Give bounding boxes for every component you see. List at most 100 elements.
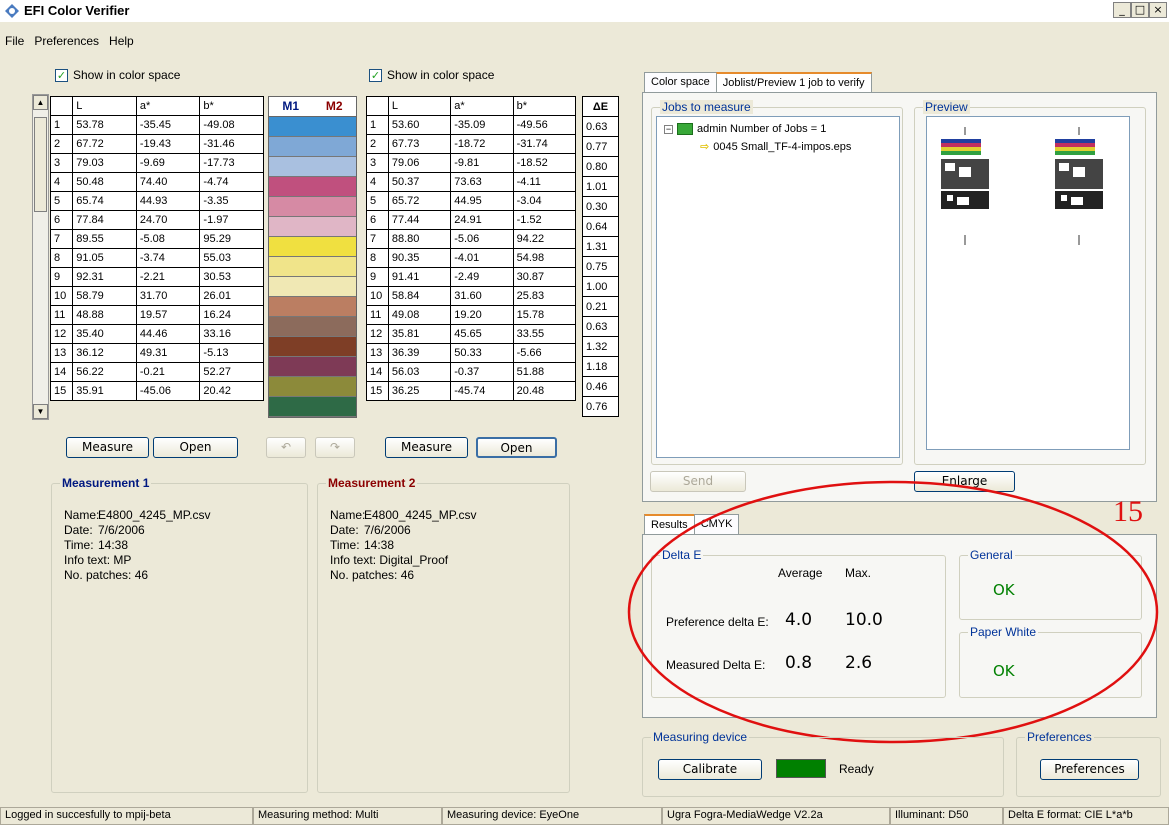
table-cell: 19.20 xyxy=(450,305,514,325)
table-header-row: La* b* xyxy=(49,96,264,116)
table-cell: -2.49 xyxy=(450,267,514,287)
table-row[interactable]: 4 50.48 74.40 -4.74 xyxy=(49,172,264,192)
table-row[interactable]: 7 89.55 -5.08 95.29 xyxy=(49,229,264,249)
table-row[interactable]: 2 67.73 -18.72 -31.74 xyxy=(366,134,577,154)
table-cell: 73.63 xyxy=(450,172,514,192)
table-cell: 79.06 xyxy=(387,153,452,173)
menu-file[interactable]: File xyxy=(0,34,29,54)
checkbox-checked-icon[interactable]: ✓ xyxy=(369,68,382,82)
close-button[interactable]: × xyxy=(1149,2,1167,18)
color-swatch xyxy=(269,357,356,377)
name-label: Name: xyxy=(330,508,366,522)
open-1-button[interactable]: Open xyxy=(153,437,238,458)
delta-e-cell: 0.63 xyxy=(582,316,619,337)
table-cell: -5.13 xyxy=(199,343,264,363)
table-row[interactable]: 15 36.25 -45.74 20.48 xyxy=(366,381,577,401)
tab-joblist-preview[interactable]: Joblist/Preview 1 job to verify xyxy=(715,72,872,92)
table-cell: 20.48 xyxy=(512,381,577,401)
table-row[interactable]: 13 36.39 50.33 -5.66 xyxy=(366,343,577,363)
table-row[interactable]: 10 58.84 31.60 25.83 xyxy=(366,286,577,306)
table-cell: -18.52 xyxy=(512,153,577,173)
table-cell: 65.72 xyxy=(387,191,452,211)
tree-node-job[interactable]: ⇨ 0045 Small_TF-4-impos.eps xyxy=(700,140,851,153)
redo-button[interactable]: ↷ xyxy=(315,437,355,458)
table-cell: 14 xyxy=(49,362,74,382)
table-cell: 48.88 xyxy=(72,305,137,325)
open-2-button[interactable]: Open xyxy=(476,437,557,458)
table-cell: 12 xyxy=(49,324,74,344)
table-row[interactable]: 14 56.03 -0.37 51.88 xyxy=(366,362,577,382)
tab-color-space[interactable]: Color space xyxy=(644,72,717,92)
delta-e-cell: 1.32 xyxy=(582,336,619,357)
table-cell: 92.31 xyxy=(72,267,137,287)
time-label: Time: xyxy=(64,538,94,552)
table-row[interactable]: 15 35.91 -45.06 20.42 xyxy=(49,381,264,401)
checkbox-checked-icon[interactable]: ✓ xyxy=(55,68,68,82)
scroll-thumb[interactable] xyxy=(34,117,47,212)
table-row[interactable]: 9 91.41 -2.49 30.87 xyxy=(366,267,577,287)
measurement-1-title: Measurement 1 xyxy=(60,476,152,490)
scroll-up-icon[interactable]: ▲ xyxy=(33,95,48,110)
table-row[interactable]: 4 50.37 73.63 -4.11 xyxy=(366,172,577,192)
table-cell: -4.74 xyxy=(199,172,264,192)
minimize-button[interactable]: _ xyxy=(1113,2,1131,18)
show-in-color-space-left[interactable]: ✓ Show in color space xyxy=(55,68,180,82)
table-row[interactable]: 11 48.88 19.57 16.24 xyxy=(49,305,264,325)
table-cell: 5 xyxy=(49,191,74,211)
table-cell: -4.11 xyxy=(512,172,577,192)
table-cell: 8 xyxy=(366,248,389,268)
table-row[interactable]: 12 35.40 44.46 33.16 xyxy=(49,324,264,344)
menu-preferences[interactable]: Preferences xyxy=(29,34,104,54)
color-swatch xyxy=(269,397,356,417)
calibrate-button[interactable]: Calibrate xyxy=(658,759,762,780)
undo-button[interactable]: ↶ xyxy=(266,437,306,458)
table-cell: 7 xyxy=(49,229,74,249)
table-cell: -49.56 xyxy=(512,115,577,135)
table-cell: -17.73 xyxy=(199,153,264,173)
app-icon xyxy=(5,4,19,18)
table-row[interactable]: 13 36.12 49.31 -5.13 xyxy=(49,343,264,363)
table-cell: 91.41 xyxy=(387,267,452,287)
table-row[interactable]: 8 90.35 -4.01 54.98 xyxy=(366,248,577,268)
table-row[interactable]: 12 35.81 45.65 33.55 xyxy=(366,324,577,344)
name-value: E4800_4245_MP.csv xyxy=(364,508,477,522)
collapse-icon[interactable]: − xyxy=(664,124,673,134)
status-delta-format: Delta E format: CIE L*a*b xyxy=(1003,807,1169,825)
table-cell: 88.80 xyxy=(387,229,452,249)
menu-help[interactable]: Help xyxy=(104,34,139,54)
left-table-scrollbar[interactable]: ▲ ▼ xyxy=(32,94,49,420)
table-cell: 10 xyxy=(49,286,74,306)
table-row[interactable]: 1 53.78 -35.45 -49.08 xyxy=(49,115,264,135)
table-row[interactable]: 3 79.03 -9.69 -17.73 xyxy=(49,153,264,173)
delta-e-cell: 0.64 xyxy=(582,216,619,237)
table-row[interactable]: 11 49.08 19.20 15.78 xyxy=(366,305,577,325)
preferences-button[interactable]: Preferences xyxy=(1040,759,1139,780)
jobs-tree[interactable]: − admin Number of Jobs = 1 ⇨ 0045 Small_… xyxy=(656,116,900,458)
table-cell: 33.55 xyxy=(512,324,577,344)
table-row[interactable]: 5 65.74 44.93 -3.35 xyxy=(49,191,264,211)
table-row[interactable]: 3 79.06 -9.81 -18.52 xyxy=(366,153,577,173)
table-cell: 94.22 xyxy=(512,229,577,249)
scroll-down-icon[interactable]: ▼ xyxy=(33,404,48,419)
table-row[interactable]: 6 77.84 24.70 -1.97 xyxy=(49,210,264,230)
table-row[interactable]: 10 58.79 31.70 26.01 xyxy=(49,286,264,306)
table-cell: 4 xyxy=(49,172,74,192)
column-header xyxy=(49,96,74,116)
show-in-color-space-right[interactable]: ✓ Show in color space xyxy=(369,68,494,82)
measure-1-button[interactable]: Measure xyxy=(66,437,149,458)
table-row[interactable]: 5 65.72 44.95 -3.04 xyxy=(366,191,577,211)
delta-e-cell: 0.21 xyxy=(582,296,619,317)
table-row[interactable]: 6 77.44 24.91 -1.52 xyxy=(366,210,577,230)
tree-node-admin[interactable]: − admin Number of Jobs = 1 xyxy=(664,123,826,135)
measure-2-button[interactable]: Measure xyxy=(385,437,468,458)
table-row[interactable]: 14 56.22 -0.21 52.27 xyxy=(49,362,264,382)
table-row[interactable]: 7 88.80 -5.06 94.22 xyxy=(366,229,577,249)
table-row[interactable]: 1 53.60 -35.09 -49.56 xyxy=(366,115,577,135)
name-label: Name: xyxy=(64,508,100,522)
maximize-button[interactable]: □ xyxy=(1131,2,1149,18)
table-row[interactable]: 2 67.72 -19.43 -31.46 xyxy=(49,134,264,154)
table-cell: 9 xyxy=(49,267,74,287)
table-row[interactable]: 9 92.31 -2.21 30.53 xyxy=(49,267,264,287)
table-cell: 77.44 xyxy=(387,210,452,230)
table-row[interactable]: 8 91.05 -3.74 55.03 xyxy=(49,248,264,268)
